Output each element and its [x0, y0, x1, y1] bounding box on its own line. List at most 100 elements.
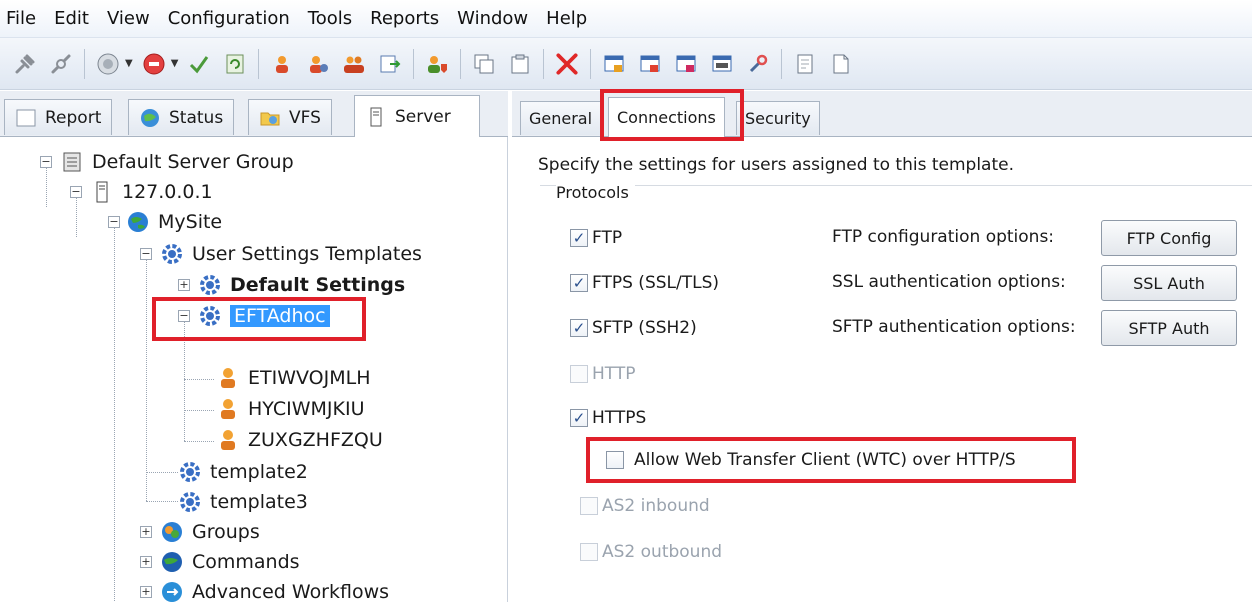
copy-button[interactable] — [469, 49, 499, 79]
sftp-checkbox[interactable] — [570, 319, 588, 337]
menu-view[interactable]: View — [107, 8, 150, 29]
https-checkbox[interactable] — [570, 409, 588, 427]
expand-toggle[interactable]: + — [178, 279, 190, 291]
tree-node-server-group[interactable]: Default Server Group — [60, 147, 294, 177]
new-user-button[interactable] — [267, 49, 297, 79]
tree-node-commands[interactable]: Commands — [160, 547, 300, 577]
ftps-checkbox[interactable] — [570, 274, 588, 292]
copy-icon — [474, 54, 494, 73]
tree-node-advanced-workflows[interactable]: Advanced Workflows — [160, 577, 389, 602]
apply-button[interactable] — [184, 49, 214, 79]
log-button-2[interactable] — [635, 49, 665, 79]
tree-node-label: Default Settings — [230, 274, 406, 296]
stop-icon — [143, 53, 165, 74]
start-server-button[interactable] — [93, 49, 123, 79]
tab-general-label: General — [529, 109, 593, 128]
tree-node-site[interactable]: MySite — [126, 207, 222, 237]
expand-toggle[interactable]: + — [140, 586, 152, 598]
collapse-toggle[interactable]: − — [70, 186, 82, 198]
tree-line — [184, 379, 214, 380]
users-icon — [344, 56, 365, 73]
tree-line — [146, 255, 147, 501]
menu-tools[interactable]: Tools — [308, 8, 352, 29]
log-button-1[interactable] — [599, 49, 629, 79]
help-document-button[interactable] — [826, 49, 856, 79]
as2-outbound-row[interactable]: AS2 outbound — [580, 537, 722, 567]
log-button-3[interactable] — [671, 49, 701, 79]
menu-file[interactable]: File — [6, 8, 36, 29]
menu-edit[interactable]: Edit — [54, 8, 89, 29]
tree-node-user-settings-templates[interactable]: User Settings Templates — [160, 239, 422, 269]
tab-status-label: Status — [169, 107, 224, 128]
commands-globe-icon — [162, 552, 182, 572]
tab-status[interactable]: Status — [128, 99, 235, 135]
tree-node-user[interactable]: ZUXGZHFZQU — [216, 425, 383, 455]
tab-vfs[interactable]: VFS — [248, 99, 332, 135]
connect-button[interactable] — [10, 49, 40, 79]
http-checkbox-row[interactable]: HTTP — [570, 359, 636, 389]
menu-reports[interactable]: Reports — [370, 8, 439, 29]
tree-node-label: Groups — [192, 521, 260, 543]
tree-node-template3[interactable]: template3 — [178, 487, 308, 517]
tree-node-groups[interactable]: Groups — [160, 517, 260, 547]
tree-node-user[interactable]: ETIWVOJMLH — [216, 363, 371, 393]
delete-button[interactable] — [552, 49, 582, 79]
tab-general[interactable]: General — [520, 101, 602, 135]
ftp-config-button[interactable]: FTP Config — [1101, 220, 1237, 256]
tree-line — [146, 501, 178, 502]
ssl-auth-button[interactable]: SSL Auth — [1101, 265, 1237, 301]
user-settings-button[interactable] — [303, 49, 333, 79]
ftps-checkbox-row[interactable]: FTPS (SSL/TLS) — [570, 268, 719, 298]
collapse-toggle[interactable]: − — [140, 248, 152, 260]
chevron-down-icon[interactable]: ▼ — [171, 58, 179, 69]
gear-icon — [180, 492, 200, 512]
ftps-label: FTPS (SSL/TLS) — [592, 273, 720, 293]
menu-window[interactable]: Window — [457, 8, 528, 29]
tree-node-user[interactable]: HYCIWMJKIU — [216, 394, 364, 424]
as2-inbound-label: AS2 inbound — [602, 496, 710, 516]
tree-node-server[interactable]: 127.0.0.1 — [90, 177, 213, 207]
window-edit-icon — [676, 55, 696, 72]
globe-icon — [128, 212, 148, 232]
stop-server-button[interactable] — [139, 49, 169, 79]
paste-button[interactable] — [505, 49, 535, 79]
tab-server[interactable]: Server — [354, 95, 480, 137]
ftp-checkbox[interactable] — [570, 229, 588, 247]
http-label: HTTP — [592, 364, 636, 384]
sftp-auth-label: SFTP authentication options: — [832, 317, 1076, 337]
document-icon — [797, 54, 813, 73]
tree-node-template2[interactable]: template2 — [178, 457, 308, 487]
expand-toggle[interactable]: + — [140, 556, 152, 568]
as2-outbound-checkbox[interactable] — [580, 543, 598, 561]
tools-button[interactable] — [743, 49, 773, 79]
report-button[interactable] — [707, 49, 737, 79]
ftp-checkbox-row[interactable]: FTP — [570, 223, 622, 253]
tree-node-label: User Settings Templates — [192, 243, 422, 265]
export-button[interactable] — [375, 49, 405, 79]
as2-inbound-checkbox[interactable] — [580, 497, 598, 515]
expand-toggle[interactable]: + — [140, 526, 152, 538]
document-button[interactable] — [790, 49, 820, 79]
toolbar-separator — [413, 48, 415, 79]
tree-node-default-settings[interactable]: Default Settings — [198, 270, 405, 300]
tree-node-label: Default Server Group — [92, 151, 294, 173]
chevron-down-icon[interactable]: ▼ — [125, 58, 133, 69]
http-checkbox[interactable] — [570, 365, 588, 383]
refresh-button[interactable] — [220, 49, 250, 79]
menu-help[interactable]: Help — [546, 8, 587, 29]
collapse-toggle[interactable]: − — [108, 216, 120, 228]
collapse-toggle[interactable]: − — [40, 156, 52, 168]
menu-configuration[interactable]: Configuration — [168, 8, 290, 29]
sftp-checkbox-row[interactable]: SFTP (SSH2) — [570, 313, 697, 343]
https-checkbox-row[interactable]: HTTPS — [570, 403, 646, 433]
sftp-auth-button[interactable]: SFTP Auth — [1101, 310, 1237, 346]
new-group-button[interactable] — [339, 49, 369, 79]
user-icon — [221, 368, 235, 388]
sftp-label: SFTP (SSH2) — [592, 318, 697, 338]
as2-inbound-row[interactable]: AS2 inbound — [580, 491, 710, 521]
permissions-button[interactable] — [422, 49, 452, 79]
unplug-icon — [51, 54, 71, 73]
disconnect-button[interactable] — [46, 49, 76, 79]
tab-report[interactable]: Report — [4, 99, 113, 135]
tab-security[interactable]: Security — [736, 101, 820, 135]
